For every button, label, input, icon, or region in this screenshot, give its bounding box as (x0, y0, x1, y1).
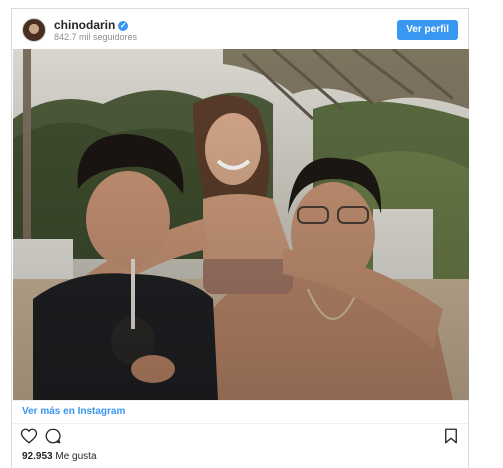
like-count-label: Me gusta (55, 451, 97, 462)
verified-icon: ✓ (118, 21, 129, 31)
divider (12, 423, 468, 424)
like-count-number: 92.953 (22, 451, 53, 462)
family-beach-photo (13, 49, 469, 400)
bookmark-icon[interactable] (442, 427, 462, 447)
username[interactable]: chinodarin ✓ (54, 18, 129, 32)
view-profile-button[interactable]: Ver perfil (397, 20, 458, 40)
post-header: chinodarin ✓ 842.7 mil seguidores Ver per… (12, 9, 468, 49)
avatar[interactable] (22, 18, 46, 42)
divider (12, 400, 468, 401)
like-count: 92.953 Me gusta (22, 451, 97, 462)
post-photo[interactable] (13, 49, 469, 400)
view-more-link[interactable]: Ver más en Instagram (22, 406, 125, 417)
username-text[interactable]: chinodarin (54, 18, 115, 32)
follower-count: 842.7 mil seguidores (54, 32, 138, 42)
action-bar (12, 427, 468, 449)
heart-icon[interactable] (20, 427, 40, 447)
comment-bubble-icon[interactable] (44, 427, 64, 447)
instagram-embed-card: chinodarin ✓ 842.7 mil seguidores Ver per… (11, 8, 469, 468)
